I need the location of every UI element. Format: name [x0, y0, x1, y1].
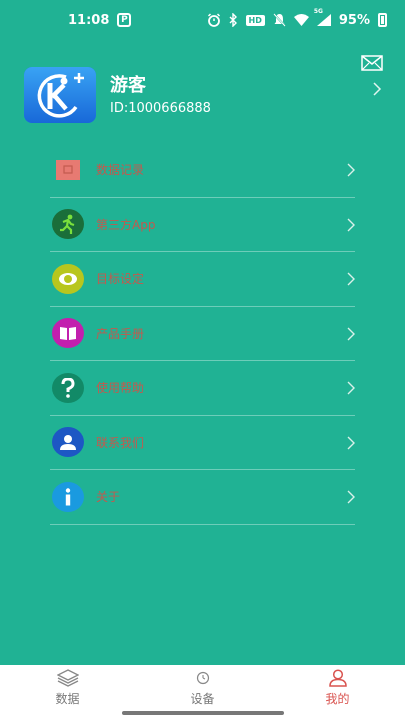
- mute-icon: [273, 13, 286, 27]
- bluetooth-icon: [229, 13, 237, 27]
- tab-mine[interactable]: 我的: [270, 665, 405, 720]
- menu-item-label: 联系我们: [96, 435, 145, 450]
- status-left: 11:08 P: [68, 12, 132, 28]
- battery-percent: 95%: [338, 12, 370, 28]
- menu-item-goal-setting[interactable]: 目标设定: [50, 252, 355, 307]
- target-icon: [52, 263, 84, 294]
- status-right: HD 5G 95%: [207, 8, 387, 28]
- user-icon: [328, 669, 347, 687]
- battery-icon: [378, 13, 387, 27]
- question-icon: [52, 372, 84, 403]
- settings-menu: 数据记录 第三方App 目标设定 产品手册 使用帮助 联系我们 关于: [50, 143, 355, 525]
- chevron-right-icon: [347, 163, 355, 177]
- chevron-right-icon[interactable]: [372, 81, 382, 97]
- menu-item-label: 目标设定: [96, 272, 145, 287]
- book-icon: [52, 318, 84, 349]
- menu-item-data-records[interactable]: 数据记录: [50, 143, 355, 198]
- tab-mine-label: 我的: [325, 692, 350, 706]
- menu-item-contact-us[interactable]: 联系我们: [50, 416, 355, 470]
- status-time: 11:08: [68, 12, 110, 28]
- tab-device-label: 设备: [190, 692, 215, 706]
- home-indicator[interactable]: [122, 711, 284, 715]
- menu-item-label: 数据记录: [96, 163, 145, 178]
- profile-header[interactable]: 游客 ID:1000666888: [24, 67, 384, 125]
- parking-notification-icon: P: [117, 13, 132, 27]
- calendar-icon: [52, 155, 84, 185]
- chevron-right-icon: [347, 218, 355, 231]
- menu-item-label: 第三方App: [96, 217, 156, 232]
- chevron-right-icon: [347, 381, 355, 395]
- username: 游客: [110, 75, 146, 96]
- network-type: 5G: [313, 8, 323, 15]
- chevron-right-icon: [347, 327, 355, 340]
- tab-data[interactable]: 数据: [0, 665, 135, 720]
- tab-data-label: 数据: [55, 692, 80, 706]
- menu-item-label: 产品手册: [96, 326, 145, 341]
- signal-5g: 5G: [314, 8, 331, 26]
- person-icon: [52, 427, 84, 458]
- chevron-right-icon: [347, 272, 355, 286]
- hd-badge: HD: [245, 14, 265, 26]
- alarm-icon: [207, 13, 220, 27]
- status-bar: 11:08 P HD 5G 95%: [0, 0, 405, 40]
- menu-item-label: 使用帮助: [96, 381, 145, 396]
- avatar[interactable]: [24, 67, 96, 123]
- menu-item-label: 关于: [96, 490, 121, 505]
- user-id: ID:1000666888: [110, 101, 211, 116]
- app-logo-icon: [24, 67, 96, 123]
- chevron-right-icon: [347, 436, 355, 449]
- chevron-right-icon: [347, 490, 355, 504]
- layers-icon: [56, 669, 79, 687]
- runner-icon: [52, 209, 84, 240]
- signal-icon: [316, 14, 331, 26]
- menu-item-third-party-app[interactable]: 第三方App: [50, 198, 355, 252]
- info-icon: [52, 481, 84, 512]
- menu-item-product-manual[interactable]: 产品手册: [50, 307, 355, 361]
- menu-item-help[interactable]: 使用帮助: [50, 361, 355, 416]
- wifi-icon: [293, 14, 309, 26]
- menu-item-about[interactable]: 关于: [50, 470, 355, 525]
- watch-icon: [196, 671, 209, 685]
